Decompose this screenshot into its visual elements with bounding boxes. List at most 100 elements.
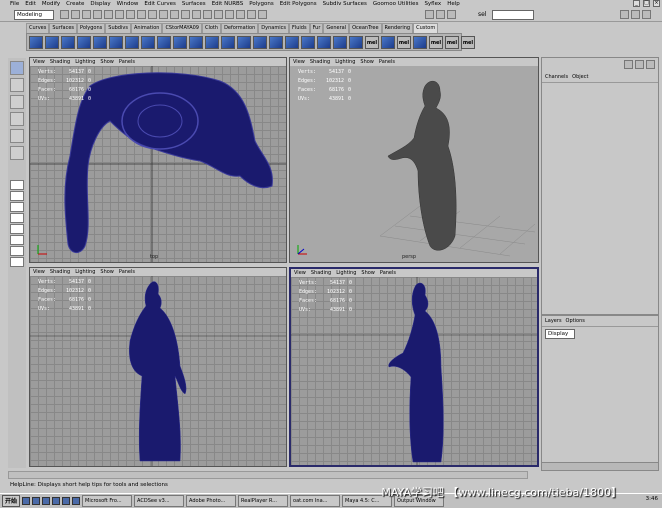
shelf-tool-icon[interactable]: [125, 36, 139, 49]
snap-point-icon[interactable]: [192, 10, 201, 19]
shelf-tool-icon[interactable]: [93, 36, 107, 49]
shelf-tool-icon[interactable]: [333, 36, 347, 49]
tab-cstormaya09[interactable]: CStorMAYA09: [162, 23, 202, 33]
save-scene-icon[interactable]: [82, 10, 91, 19]
viewport-persp[interactable]: View Shading Lighting Show Panels Verts:…: [289, 57, 539, 263]
menu-shading[interactable]: Shading: [50, 59, 70, 65]
tab-polygons[interactable]: Polygons: [77, 23, 106, 33]
shelf-tool-icon[interactable]: [61, 36, 75, 49]
tab-deformation[interactable]: Deformation: [221, 23, 259, 33]
mode-select[interactable]: Modeling: [14, 10, 54, 20]
taskbar-button[interactable]: Microsoft Fro...: [82, 495, 133, 507]
menu-help[interactable]: Help: [447, 1, 460, 7]
start-button[interactable]: 开始: [2, 495, 21, 507]
four-pane-layout-icon[interactable]: [10, 191, 24, 201]
shelf-tool-icon[interactable]: [173, 36, 187, 49]
menu-edit-polygons[interactable]: Edit Polygons: [280, 1, 317, 7]
menu-view[interactable]: View: [33, 269, 45, 275]
two-pane-layout-icon[interactable]: [10, 202, 24, 212]
mask-icon[interactable]: [137, 10, 146, 19]
tab-general[interactable]: General: [323, 23, 350, 33]
manipulator-tool-icon[interactable]: [10, 146, 24, 160]
menu-show[interactable]: Show: [360, 59, 374, 65]
select-hierarchy-icon[interactable]: [93, 10, 102, 19]
layout-grid-icon[interactable]: [642, 10, 651, 19]
taskbar-button[interactable]: Adobe Photo...: [186, 495, 237, 507]
tab-cloth[interactable]: Cloth: [201, 23, 222, 33]
shelf-tool-icon[interactable]: [109, 36, 123, 49]
menu-panels[interactable]: Panels: [380, 270, 396, 276]
snap-view-icon[interactable]: [203, 10, 212, 19]
menu-panels[interactable]: Panels: [379, 59, 395, 65]
shelf-tool-icon[interactable]: [205, 36, 219, 49]
menu-window[interactable]: Window: [117, 1, 139, 7]
taskbar-button[interactable]: ACDSee v3...: [134, 495, 185, 507]
tab-oceantree[interactable]: OceanTree: [349, 23, 382, 33]
quicklaunch-icon[interactable]: [52, 497, 61, 505]
menu-view[interactable]: View: [294, 270, 306, 276]
move-tool-icon[interactable]: [10, 95, 24, 109]
shelf-tool-icon[interactable]: [301, 36, 315, 49]
snap-grid-icon[interactable]: [170, 10, 179, 19]
viewport-canvas[interactable]: Verts: 54137 0 Edges: 102312 0 Faces: 68176 0 …: [290, 66, 538, 262]
snap-curve-icon[interactable]: [181, 10, 190, 19]
viewport-canvas[interactable]: Verts: 54137 0 Edges: 102312 0 Faces: 68176 0 …: [291, 277, 537, 465]
minimize-icon[interactable]: _: [633, 0, 640, 7]
tab-surfaces[interactable]: Surfaces: [49, 23, 78, 33]
outliner-layout-icon[interactable]: [10, 224, 24, 234]
menu-edit-curves[interactable]: Edit Curves: [144, 1, 176, 7]
close-icon[interactable]: ×: [653, 0, 660, 7]
shelf-tool-icon[interactable]: [45, 36, 59, 49]
tab-rendering[interactable]: Rendering: [381, 23, 414, 33]
tab-object[interactable]: Object: [572, 74, 588, 80]
shelf-tool-icon[interactable]: [141, 36, 155, 49]
tab-subdivs[interactable]: Subdivs: [105, 23, 131, 33]
shelf-tool-icon[interactable]: [189, 36, 203, 49]
tab-channels[interactable]: Channels: [545, 74, 568, 80]
menu-show[interactable]: Show: [361, 270, 375, 276]
quicklaunch-icon[interactable]: [22, 497, 31, 505]
scale-tool-icon[interactable]: [10, 129, 24, 143]
menu-lighting[interactable]: Lighting: [75, 269, 95, 275]
hypershade-layout-icon[interactable]: [10, 246, 24, 256]
quicklaunch-icon[interactable]: [42, 497, 51, 505]
menu-display[interactable]: Display: [90, 1, 110, 7]
render-icon[interactable]: [236, 10, 245, 19]
menu-edit-nurbs[interactable]: Edit NURBS: [212, 1, 244, 7]
mask-icon[interactable]: [148, 10, 157, 19]
menu-show[interactable]: Show: [100, 59, 114, 65]
attribute-editor-icon[interactable]: [425, 10, 434, 19]
tab-curves[interactable]: Curves: [26, 23, 50, 33]
lasso-tool-icon[interactable]: [10, 78, 24, 92]
shelf-tool-icon[interactable]: [157, 36, 171, 49]
viewport-canvas[interactable]: Verts: 54137 0 Edges: 102312 0 Faces: 68176 0 …: [30, 276, 286, 466]
shelf-tool-icon[interactable]: [317, 36, 331, 49]
menu-create[interactable]: Create: [66, 1, 84, 7]
shelf-tool-icon[interactable]: [413, 36, 427, 49]
menu-shading[interactable]: Shading: [50, 269, 70, 275]
tab-fur[interactable]: Fur: [309, 23, 324, 33]
ipr-render-icon[interactable]: [247, 10, 256, 19]
mel-script-button[interactable]: mel: [445, 36, 459, 49]
history-icon[interactable]: [214, 10, 223, 19]
mask-icon[interactable]: [126, 10, 135, 19]
two-pane-layout-icon[interactable]: [10, 213, 24, 223]
render-globals-icon[interactable]: [258, 10, 267, 19]
mel-script-button[interactable]: mel: [429, 36, 443, 49]
shelf-tool-icon[interactable]: [77, 36, 91, 49]
layout-grid-icon[interactable]: [631, 10, 640, 19]
menu-shading[interactable]: Shading: [310, 59, 330, 65]
shelf-tool-icon[interactable]: [381, 36, 395, 49]
shelf-tool-icon[interactable]: [29, 36, 43, 49]
menu-lighting[interactable]: Lighting: [335, 59, 355, 65]
single-pane-layout-icon[interactable]: [10, 180, 24, 190]
shelf-tool-icon[interactable]: [237, 36, 251, 49]
select-object-icon[interactable]: [104, 10, 113, 19]
menu-polygons[interactable]: Polygons: [249, 1, 273, 7]
menu-edit[interactable]: Edit: [25, 1, 36, 7]
rotate-tool-icon[interactable]: [10, 112, 24, 126]
mel-script-button[interactable]: mel: [461, 36, 475, 49]
layout-grid-icon[interactable]: [620, 10, 629, 19]
graph-layout-icon[interactable]: [10, 235, 24, 245]
panel-icon[interactable]: [624, 60, 633, 69]
